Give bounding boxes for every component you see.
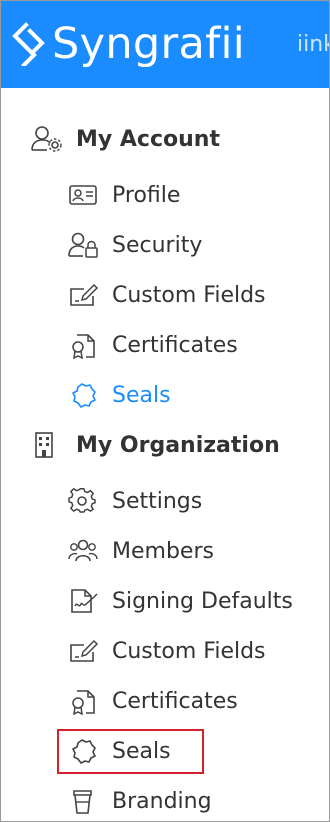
sidebar-item-branding[interactable]: Branding <box>68 786 212 816</box>
sidebar-item-security[interactable]: Security <box>68 230 202 260</box>
section-title-my-organization: My Organization <box>76 432 280 458</box>
sidebar-item-seals-account[interactable]: Seals <box>68 380 171 410</box>
signature-doc-icon <box>68 587 100 615</box>
certificate-icon <box>68 687 100 715</box>
app-header: Syngrafii iink <box>0 0 330 88</box>
sidebar-item-signing-defaults[interactable]: Signing Defaults <box>68 586 293 616</box>
sidebar-item-label: Certificates <box>112 332 238 358</box>
sidebar-item-label: Seals <box>112 382 171 408</box>
seal-icon <box>68 381 100 409</box>
gear-icon <box>68 487 100 515</box>
sidebar-item-label: Members <box>112 538 214 564</box>
sidebar-item-certificates[interactable]: Certificates <box>68 330 238 360</box>
user-lock-icon <box>68 231 100 259</box>
sidebar-item-label: Profile <box>112 182 181 208</box>
edit-field-icon <box>68 281 100 309</box>
sidebar-item-label: Certificates <box>112 688 238 714</box>
building-icon <box>30 431 64 459</box>
syngrafii-logo-icon[interactable] <box>12 22 46 66</box>
sidebar-item-label: Custom Fields <box>112 282 266 308</box>
certificate-icon <box>68 331 100 359</box>
sidebar-item-members[interactable]: Members <box>68 536 214 566</box>
sidebar-item-label: Signing Defaults <box>112 588 293 614</box>
sidebar-item-org-custom-fields[interactable]: Custom Fields <box>68 636 266 666</box>
brand-name[interactable]: Syngrafii <box>52 14 245 74</box>
highlight-box <box>57 729 204 774</box>
header-extra-text: iink <box>297 32 330 57</box>
section-my-organization: My Organization <box>30 430 280 460</box>
users-icon <box>68 537 100 565</box>
section-my-account: My Account <box>30 124 220 154</box>
id-card-icon <box>68 181 100 209</box>
sidebar-item-custom-fields[interactable]: Custom Fields <box>68 280 266 310</box>
sidebar-item-org-certificates[interactable]: Certificates <box>68 686 238 716</box>
cup-icon <box>68 787 100 815</box>
sidebar-item-label: Branding <box>112 788 212 814</box>
sidebar-item-label: Settings <box>112 488 203 514</box>
edit-field-icon <box>68 637 100 665</box>
sidebar-item-label: Security <box>112 232 203 258</box>
sidebar-item-label: Custom Fields <box>112 638 266 664</box>
sidebar-item-settings[interactable]: Settings <box>68 486 202 516</box>
section-title-my-account: My Account <box>76 126 220 152</box>
sidebar-item-profile[interactable]: Profile <box>68 180 180 210</box>
user-gear-icon <box>30 125 64 153</box>
